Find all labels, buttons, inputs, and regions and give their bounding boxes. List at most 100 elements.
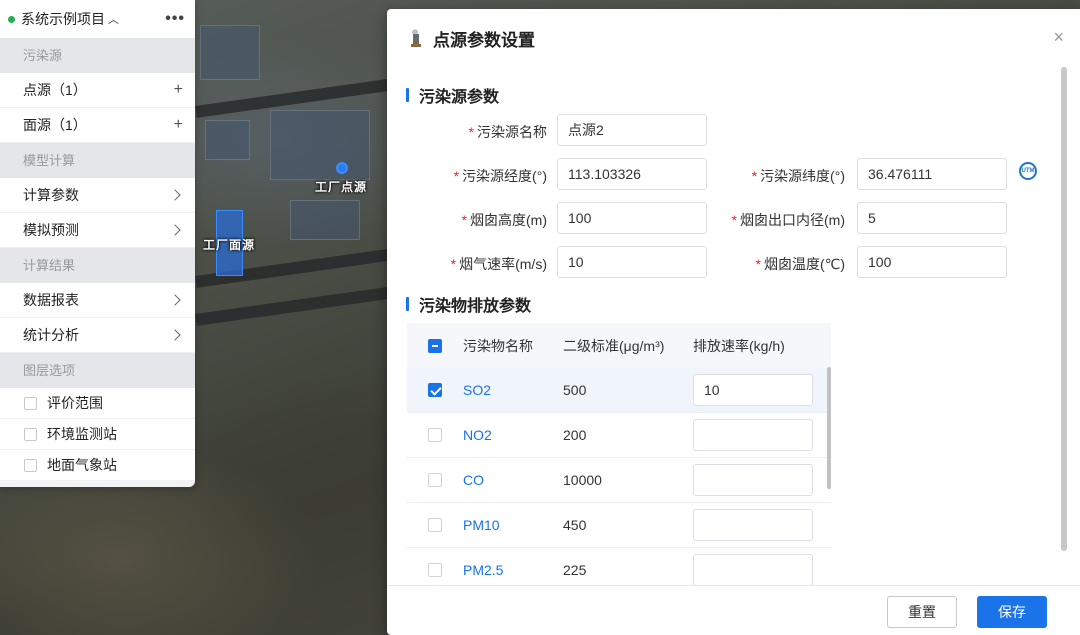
sidebar-item-label: 数据报表 [23,292,79,308]
emission-rate-input[interactable]: 10 [693,374,813,406]
layer-option-weather-station[interactable]: 地面气象站 [0,450,195,481]
select-all-checkbox[interactable] [428,338,442,353]
utm-icon[interactable]: UTM [1019,162,1037,180]
sidebar-item-label: 面源（1） [23,117,87,133]
area-source-map-label: 工厂面源 [203,238,256,252]
section-title: 污染物排放参数 [419,298,532,315]
sidebar-item-label: 模拟预测 [23,222,79,238]
chimney-icon [409,29,423,47]
project-title[interactable]: 系统示例项目 [21,9,105,29]
stack-temp-label: * 烟囱温度(℃) [755,256,846,272]
sidebar-item-simulation[interactable]: 模拟预测 [0,213,195,248]
stack-height-label: * 烟囱高度(m) [461,212,547,228]
pollutant-standard: 450 [563,517,587,533]
layer-checkbox[interactable] [24,396,37,410]
layer-option-monitor-station[interactable]: 环境监测站 [0,419,195,450]
dialog-footer: 重置 保存 [387,585,1080,635]
dialog-scrollbar[interactable] [1061,67,1067,551]
status-dot [8,15,15,23]
longitude-label: * 污染源经度(°) [453,168,547,184]
layer-label: 环境监测站 [47,426,117,442]
pollutant-standard: 500 [563,382,587,398]
stack-diameter-label: * 烟囱出口内径(m) [731,212,845,228]
sidebar-item-area-source[interactable]: 面源（1） + [0,108,195,143]
layer-option-eval-range[interactable]: 评价范围 [0,388,195,419]
column-header: 二级标准(μg/m³) [563,337,665,354]
section-marker [406,88,409,102]
column-header: 排放速率(kg/h) [693,337,785,354]
row-checkbox[interactable] [428,518,442,532]
table-scrollbar[interactable] [827,367,831,489]
layer-label: 地面气象站 [47,457,117,473]
section-pollution: 污染源 [0,38,195,73]
table-header: 污染物名称 二级标准(μg/m³) 排放速率(kg/h) [407,323,831,368]
column-header: 污染物名称 [463,337,533,354]
table-row[interactable]: NO2 200 [407,413,831,458]
table-row[interactable]: SO2 500 10 [407,368,831,413]
save-button[interactable]: 保存 [977,596,1047,628]
section-model: 模型计算 [0,143,195,178]
pollutant-name[interactable]: SO2 [463,382,563,398]
project-header[interactable]: 系统示例项目 ︿ ••• [0,0,195,38]
chevron-right-icon [169,329,181,341]
emission-rate-input[interactable] [693,509,813,541]
emission-rate-input[interactable] [693,419,813,451]
plus-icon[interactable]: + [174,116,183,134]
gas-velocity-label: * 烟气速率(m/s) [450,256,547,272]
pollutant-standard: 225 [563,562,587,578]
row-checkbox[interactable] [428,473,442,487]
sidebar-item-label: 计算参数 [23,187,79,203]
layer-label: 评价范围 [47,395,103,411]
section-marker [406,297,409,311]
emission-rate-input[interactable] [693,554,813,585]
pollutant-standard: 200 [563,427,587,443]
section-results: 计算结果 [0,248,195,283]
more-icon[interactable]: ••• [165,11,185,27]
chevron-right-icon [169,189,181,201]
sidebar-item-calc-params[interactable]: 计算参数 [0,178,195,213]
layer-checkbox[interactable] [24,458,37,472]
table-row[interactable]: PM10 450 [407,503,831,548]
pollutant-name[interactable]: PM10 [463,517,563,533]
dialog-title: 点源参数设置 [433,30,535,50]
section-layers: 图层选项 [0,353,195,388]
point-source-marker[interactable] [336,162,348,174]
sidebar-item-point-source[interactable]: 点源（1） + [0,73,195,108]
reset-button[interactable]: 重置 [887,596,957,628]
sidebar-item-data-report[interactable]: 数据报表 [0,283,195,318]
section-source-params: 污染源参数 [406,83,499,107]
emission-rate-input[interactable] [693,464,813,496]
source-name-label: * 污染源名称 [468,124,547,140]
map-building [270,110,370,180]
section-title: 污染源参数 [419,89,500,106]
stack-temp-input[interactable]: 100 [857,246,1007,278]
point-source-map-label: 工厂点源 [315,180,368,194]
row-checkbox[interactable] [428,428,442,442]
table-row[interactable]: CO 10000 [407,458,831,503]
row-checkbox[interactable] [428,383,442,397]
table-row[interactable]: PM2.5 225 [407,548,831,585]
source-name-input[interactable]: 点源2 [557,114,707,146]
point-source-dialog: 点源参数设置 × 污染源参数 * 污染源名称 点源2 * 污染源经度(°) 113.… [387,9,1080,635]
pollutant-name[interactable]: CO [463,472,563,488]
latitude-input[interactable]: 36.476111 [857,158,1007,190]
layer-checkbox[interactable] [24,427,37,441]
row-checkbox[interactable] [428,563,442,577]
sidebar-item-label: 点源（1） [23,82,87,98]
chevron-up-icon[interactable]: ︿ [108,11,119,27]
map-building [200,25,260,80]
pollutant-name[interactable]: NO2 [463,427,563,443]
map-road [195,286,395,326]
latitude-label: * 污染源纬度(°) [751,168,845,184]
plus-icon[interactable]: + [174,81,183,99]
left-panel: 系统示例项目 ︿ ••• 污染源 点源（1） + 面源（1） + 模型计算 计算… [0,0,195,487]
stack-diameter-input[interactable]: 5 [857,202,1007,234]
chevron-right-icon [169,224,181,236]
pollutant-table: 污染物名称 二级标准(μg/m³) 排放速率(kg/h) SO2 500 10 … [407,323,831,585]
chevron-right-icon [169,294,181,306]
close-icon[interactable]: × [1053,28,1064,46]
dialog-header: 点源参数设置 [387,9,1080,67]
sidebar-item-stats[interactable]: 统计分析 [0,318,195,353]
pollutant-name[interactable]: PM2.5 [463,562,563,578]
map-building [205,120,250,160]
